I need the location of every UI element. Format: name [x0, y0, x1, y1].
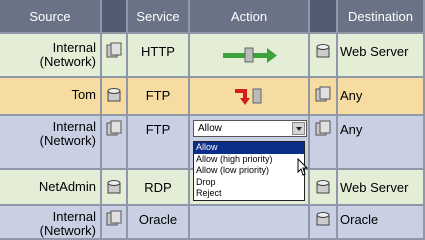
- table-row[interactable]: Tom FTP Any: [0, 78, 425, 116]
- action-select-value: Allow: [198, 123, 222, 134]
- action-options-list[interactable]: Allow Allow (high priority) Allow (low p…: [193, 141, 305, 201]
- source-name: Internal: [52, 209, 96, 224]
- source-cell: Internal (Network): [0, 116, 102, 170]
- option-drop[interactable]: Drop: [194, 177, 304, 189]
- service-cell: FTP: [128, 78, 190, 116]
- table-row[interactable]: Internal (Network) HTTP Web Server: [0, 34, 425, 78]
- destination-cell: Web Server: [338, 170, 425, 206]
- network-icon: [310, 78, 338, 116]
- allow-arrow-icon: [223, 47, 277, 63]
- action-cell[interactable]: [190, 78, 310, 116]
- service-cell: RDP: [128, 170, 190, 206]
- column-header-blank: [102, 0, 128, 34]
- option-reject[interactable]: Reject: [194, 188, 304, 200]
- mouse-pointer-icon: [297, 158, 308, 176]
- user-icon: [102, 78, 128, 116]
- reject-arrow-icon: [235, 88, 262, 105]
- source-type: (Network): [39, 54, 96, 69]
- source-name: Tom: [71, 87, 96, 102]
- table-row[interactable]: Internal (Network) Oracle Oracle: [0, 206, 425, 240]
- source-type: (Network): [39, 133, 96, 148]
- network-icon: [102, 116, 128, 170]
- service-cell: FTP: [128, 116, 190, 170]
- source-name: NetAdmin: [38, 179, 96, 194]
- table-header: Source Service Action Destination: [0, 0, 425, 34]
- column-header-action[interactable]: Action: [190, 0, 310, 34]
- column-header-blank: [310, 0, 338, 34]
- chevron-down-icon[interactable]: [292, 122, 305, 135]
- network-icon: [102, 34, 128, 78]
- network-icon: [310, 116, 338, 170]
- column-header-destination[interactable]: Destination: [338, 0, 425, 34]
- source-cell: NetAdmin: [0, 170, 102, 206]
- source-type: (Network): [39, 223, 96, 238]
- action-select[interactable]: Allow: [193, 120, 307, 137]
- action-cell[interactable]: [190, 34, 310, 78]
- option-allow-high-priority[interactable]: Allow (high priority): [194, 154, 304, 166]
- server-icon: [310, 34, 338, 78]
- user-icon: [102, 170, 128, 206]
- server-icon: [310, 170, 338, 206]
- service-cell: Oracle: [128, 206, 190, 240]
- firewall-rule-table: Source Service Action Destination Intern…: [0, 0, 425, 240]
- source-cell: Internal (Network): [0, 206, 102, 240]
- network-icon: [102, 206, 128, 240]
- destination-cell: Oracle: [338, 206, 425, 240]
- destination-cell: Web Server: [338, 34, 425, 78]
- option-allow-low-priority[interactable]: Allow (low priority): [194, 165, 304, 177]
- destination-cell: Any: [338, 78, 425, 116]
- source-cell: Internal (Network): [0, 34, 102, 78]
- destination-cell: Any: [338, 116, 425, 170]
- source-name: Internal: [52, 40, 96, 55]
- server-icon: [310, 206, 338, 240]
- source-cell: Tom: [0, 78, 102, 116]
- column-header-source[interactable]: Source: [0, 0, 102, 34]
- action-cell[interactable]: [190, 206, 310, 240]
- option-allow[interactable]: Allow: [194, 142, 304, 154]
- column-header-service[interactable]: Service: [128, 0, 190, 34]
- source-name: Internal: [52, 119, 96, 134]
- service-cell: HTTP: [128, 34, 190, 78]
